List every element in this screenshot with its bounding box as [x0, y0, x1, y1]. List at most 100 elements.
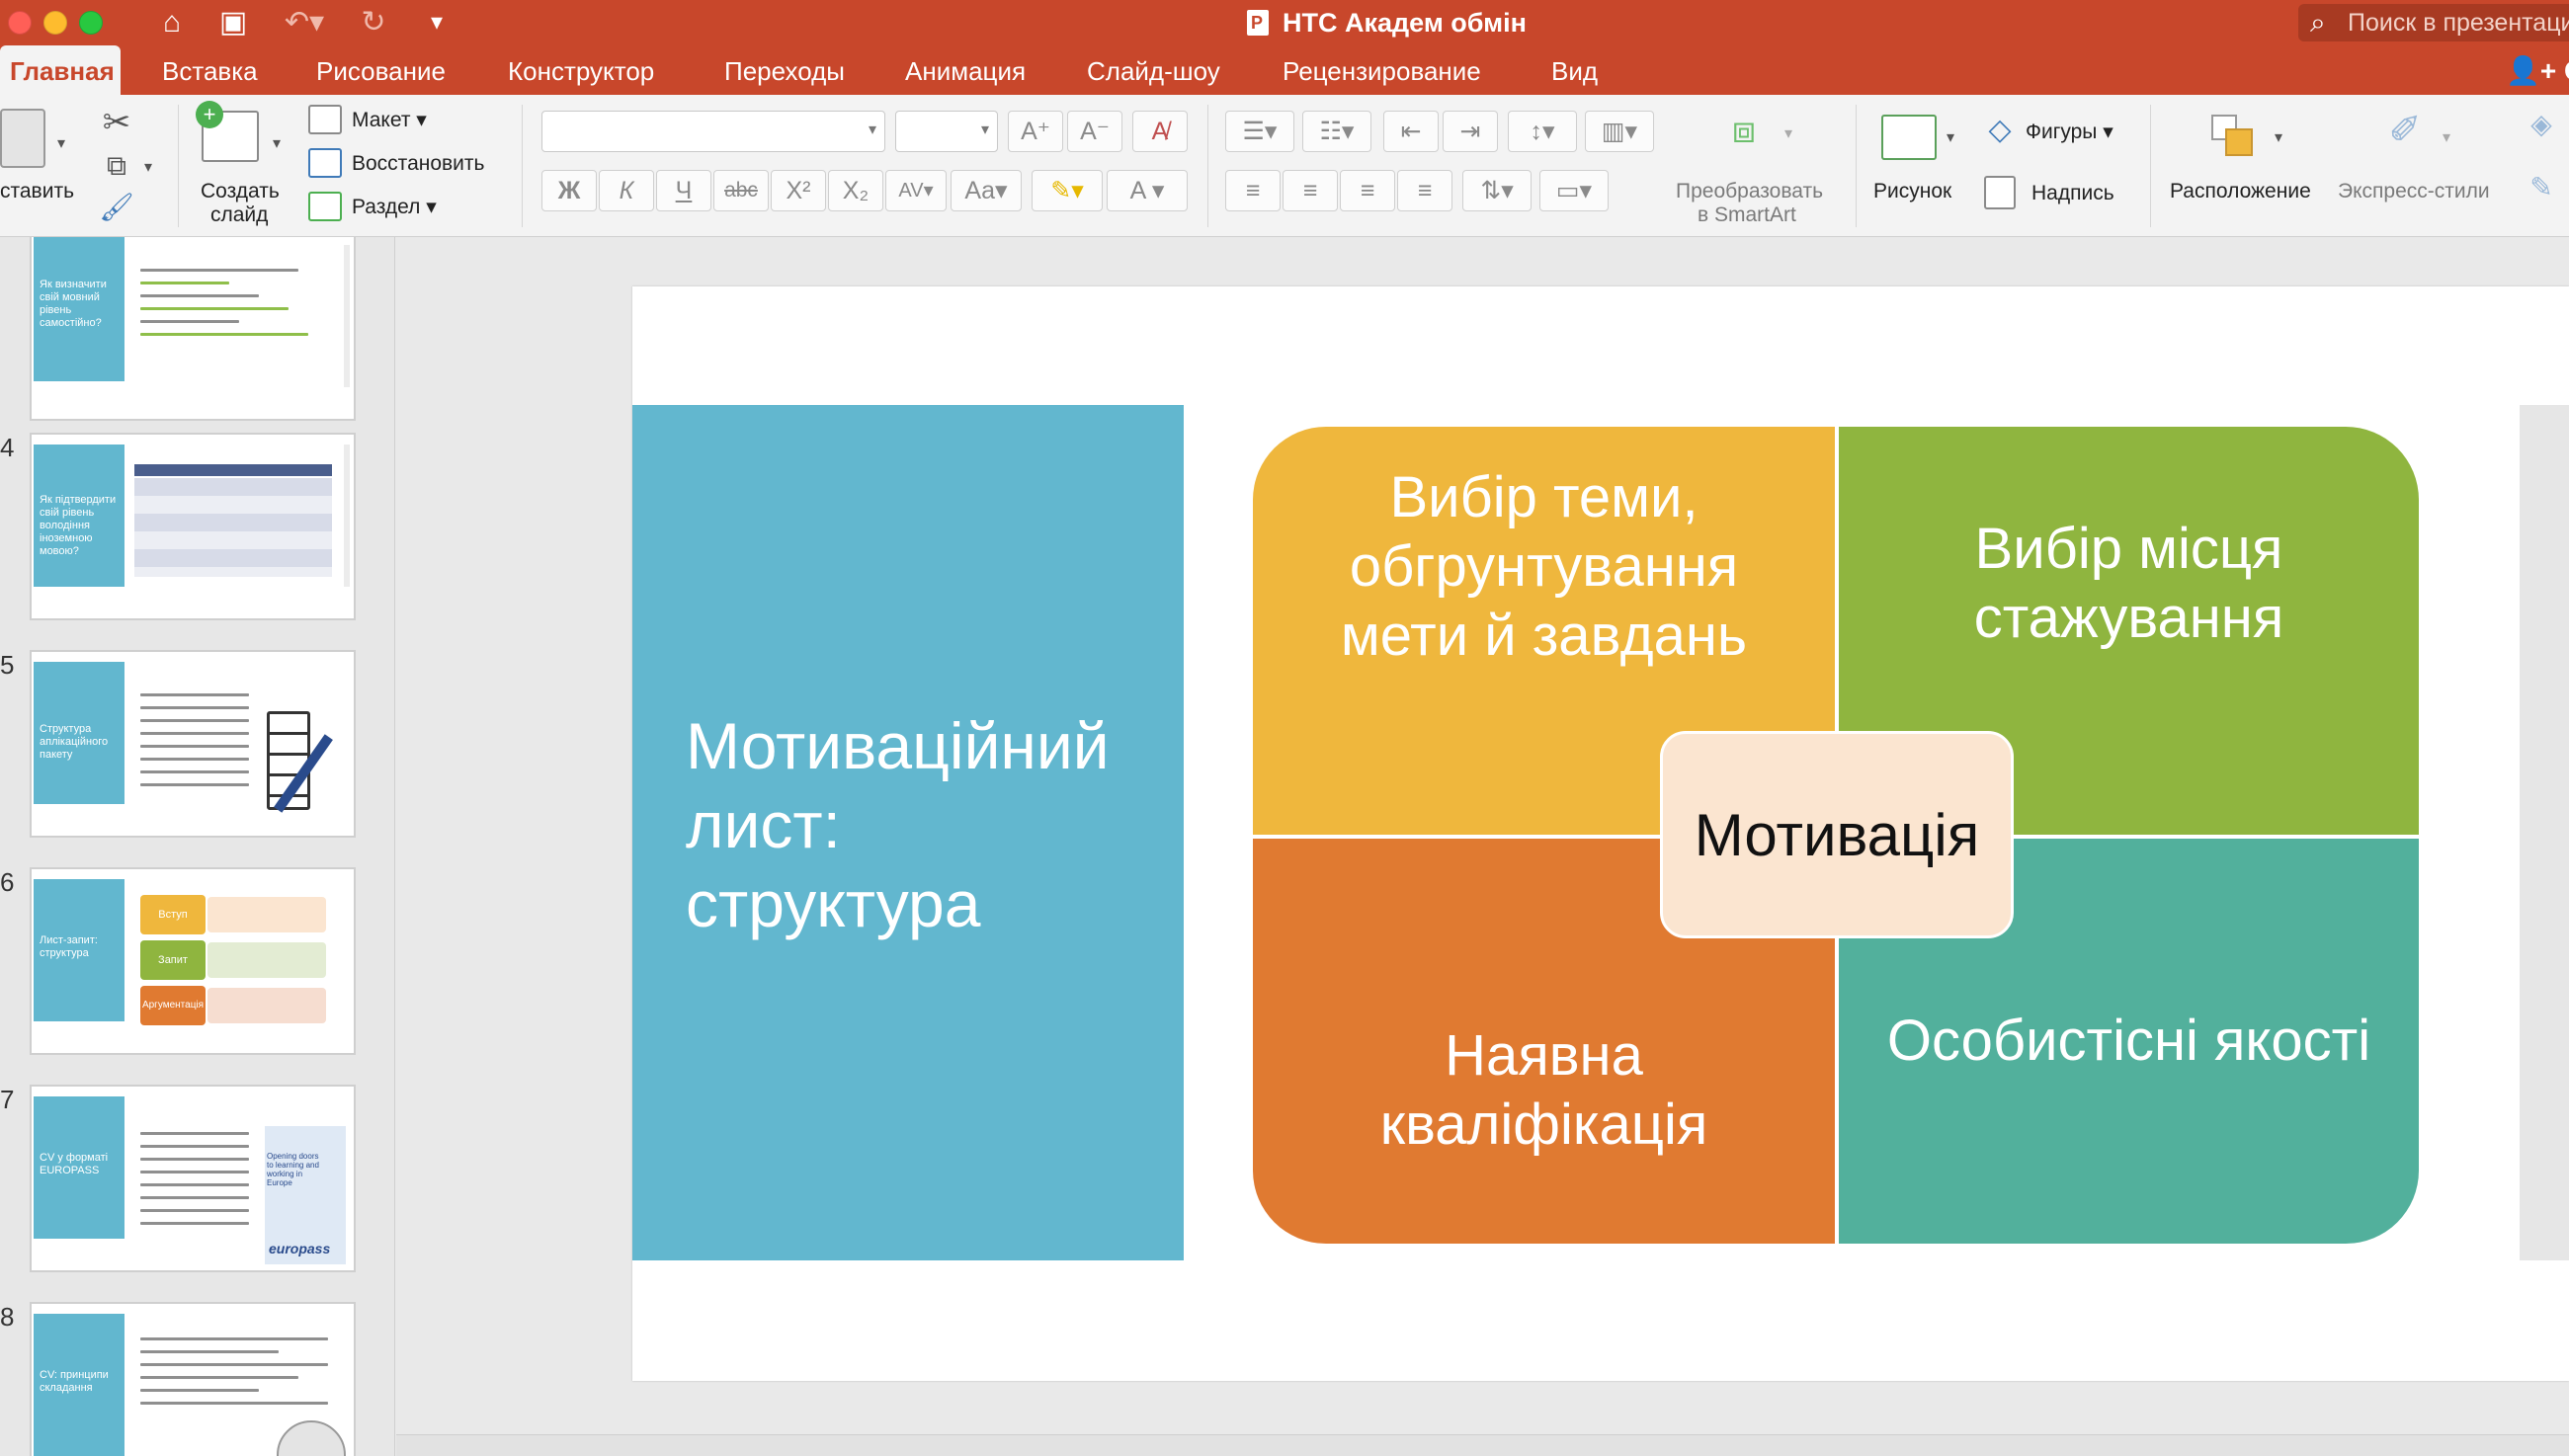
quadrant-qualities-text: Особистісні якості	[1886, 1009, 2371, 1073]
home-icon[interactable]: ⌂	[150, 4, 194, 41]
superscript-icon[interactable]: X²	[771, 170, 826, 211]
format-painter-icon[interactable]: 🖌	[97, 188, 136, 227]
smartart-dropdown-icon[interactable]: ▾	[1779, 115, 1798, 154]
close-window-button[interactable]	[8, 11, 32, 35]
font-name-combo[interactable]: ▾	[541, 111, 885, 152]
bullets-icon[interactable]: ☰▾	[1225, 111, 1294, 152]
customize-toolbar-icon[interactable]: ▾	[419, 4, 455, 41]
slide-thumbnail[interactable]: Як підтвердити свій рівень володіння іно…	[30, 433, 356, 620]
new-slide-dropdown-icon[interactable]: ▾	[267, 124, 287, 164]
slide-thumbnail[interactable]: Лист-запит: структура Вступ Запит Аргуме…	[30, 867, 356, 1055]
bold-icon[interactable]: Ж	[541, 170, 597, 211]
subscript-icon[interactable]: X₂	[828, 170, 883, 211]
text-direction-icon[interactable]: ⇅▾	[1462, 170, 1532, 211]
section-button[interactable]: Раздел ▾	[352, 196, 437, 219]
new-slide-label-2: слайд	[210, 203, 269, 226]
change-case-icon[interactable]: Aa▾	[951, 170, 1022, 211]
tab-home[interactable]: Главная	[0, 45, 121, 95]
align-right-icon[interactable]: ≡	[1340, 170, 1395, 211]
tab-view[interactable]: Вид	[1551, 45, 1598, 95]
numbering-icon[interactable]: ☷▾	[1302, 111, 1371, 152]
line-spacing-icon[interactable]: ↕▾	[1508, 111, 1577, 152]
undo-icon[interactable]: ↶▾	[277, 4, 332, 41]
notes-pane-edge	[396, 1434, 2569, 1456]
tab-slideshow[interactable]: Слайд-шоу	[1087, 45, 1220, 95]
clear-formatting-icon[interactable]: A̸	[1132, 111, 1188, 152]
ribbon-tabs: Главная Вставка Рисование Конструктор Пе…	[0, 45, 2569, 95]
redo-icon[interactable]: ↻	[352, 4, 395, 41]
share-label: О	[2564, 55, 2569, 86]
add-person-icon: 👤+	[2506, 55, 2557, 86]
thumbnail-number: 6	[0, 867, 15, 897]
thumbnail-title: Структура аплікаційного пакету	[34, 662, 124, 804]
cut-icon[interactable]: ✂	[97, 103, 136, 142]
slide-title[interactable]: Мотиваційний лист: структура	[686, 706, 1150, 943]
share-button[interactable]: 👤+ О	[2506, 45, 2569, 95]
shape-outline-icon[interactable]: ✎	[2524, 168, 2559, 207]
paste-icon[interactable]	[0, 109, 45, 168]
zoom-window-button[interactable]	[79, 11, 103, 35]
search-placeholder: Поиск в презентации	[2348, 9, 2569, 37]
arrange-dropdown-icon[interactable]: ▾	[2269, 119, 2288, 158]
columns-icon[interactable]: ▥▾	[1585, 111, 1654, 152]
align-left-icon[interactable]: ≡	[1225, 170, 1281, 211]
increase-indent-icon[interactable]: ⇥	[1443, 111, 1498, 152]
picture-label: Рисунок	[1873, 180, 1952, 202]
shapes-button[interactable]: Фигуры ▾	[2026, 121, 2113, 144]
strikethrough-icon[interactable]: abc	[713, 170, 769, 211]
thumb-box-argument: Аргументація	[140, 986, 206, 1025]
italic-icon[interactable]: К	[599, 170, 654, 211]
textbox-button[interactable]: Надпись	[2031, 182, 2114, 205]
tab-insert[interactable]: Вставка	[162, 45, 258, 95]
tab-design[interactable]: Конструктор	[508, 45, 654, 95]
increase-font-icon[interactable]: A⁺	[1008, 111, 1063, 152]
slide-thumbnail[interactable]: Структура аплікаційного пакету	[30, 650, 356, 838]
slide-thumbnail[interactable]: Як визначити свій мовний рівень самостій…	[30, 237, 356, 421]
highlight-icon[interactable]: ✎▾	[1032, 170, 1103, 211]
section-icon[interactable]	[308, 192, 342, 221]
reset-button[interactable]: Восстановить	[352, 152, 484, 176]
align-text-icon[interactable]: ▭▾	[1539, 170, 1609, 211]
thumbnail-title: CV у форматі EUROPASS	[34, 1096, 124, 1239]
textbox-icon[interactable]	[1984, 176, 2016, 209]
slide-thumbnail-panel[interactable]: Як визначити свій мовний рівень самостій…	[0, 237, 395, 1456]
paste-label: ставить	[0, 180, 75, 202]
tab-draw[interactable]: Рисование	[316, 45, 446, 95]
paste-dropdown-icon[interactable]: ▾	[51, 124, 71, 164]
search-input[interactable]: ⌕ Поиск в презентации	[2298, 4, 2569, 41]
underline-icon[interactable]: Ч	[656, 170, 711, 211]
layout-icon[interactable]	[308, 105, 342, 134]
smartart-label-2: в SmartArt	[1698, 203, 1796, 226]
slide-thumbnail[interactable]: CV: принципи складання	[30, 1302, 356, 1456]
arrange-icon[interactable]	[2207, 111, 2257, 160]
quick-styles-dropdown-icon[interactable]: ▾	[2437, 119, 2456, 158]
reset-icon[interactable]	[308, 148, 342, 178]
copy-dropdown-icon[interactable]: ▾	[138, 148, 158, 188]
smartart-icon[interactable]: ⧈	[1709, 111, 1779, 150]
thumbnail-number: 7	[0, 1085, 15, 1114]
character-spacing-icon[interactable]: AV▾	[885, 170, 947, 211]
picture-icon[interactable]	[1881, 115, 1937, 160]
save-icon[interactable]: ▣	[211, 4, 255, 41]
tab-review[interactable]: Рецензирование	[1283, 45, 1481, 95]
minimize-window-button[interactable]	[43, 11, 67, 35]
quadrant-qualification-text: Наявна кваліфікація	[1379, 1023, 1708, 1157]
font-color-icon[interactable]: A ▾	[1107, 170, 1188, 211]
center-motivation-box[interactable]: Мотивація	[1660, 731, 2014, 938]
picture-dropdown-icon[interactable]: ▾	[1941, 119, 1960, 158]
tab-animations[interactable]: Анимация	[905, 45, 1026, 95]
justify-icon[interactable]: ≡	[1397, 170, 1452, 211]
thumbnail-number: 8	[0, 1302, 15, 1332]
shapes-icon[interactable]: ◇	[1982, 111, 2018, 150]
align-center-icon[interactable]: ≡	[1283, 170, 1338, 211]
copy-icon[interactable]: ⧉	[97, 146, 136, 186]
tab-transitions[interactable]: Переходы	[724, 45, 845, 95]
section-label: Раздел	[352, 196, 421, 218]
slide-thumbnail[interactable]: CV у форматі EUROPASS Opening doors to l…	[30, 1085, 356, 1272]
shape-fill-icon[interactable]: ◈	[2524, 105, 2559, 144]
font-size-combo[interactable]: ▾	[895, 111, 998, 152]
layout-button[interactable]: Макет ▾	[352, 109, 427, 132]
quick-styles-icon[interactable]: ✐	[2377, 111, 2433, 150]
decrease-indent-icon[interactable]: ⇤	[1383, 111, 1439, 152]
decrease-font-icon[interactable]: A⁻	[1067, 111, 1122, 152]
